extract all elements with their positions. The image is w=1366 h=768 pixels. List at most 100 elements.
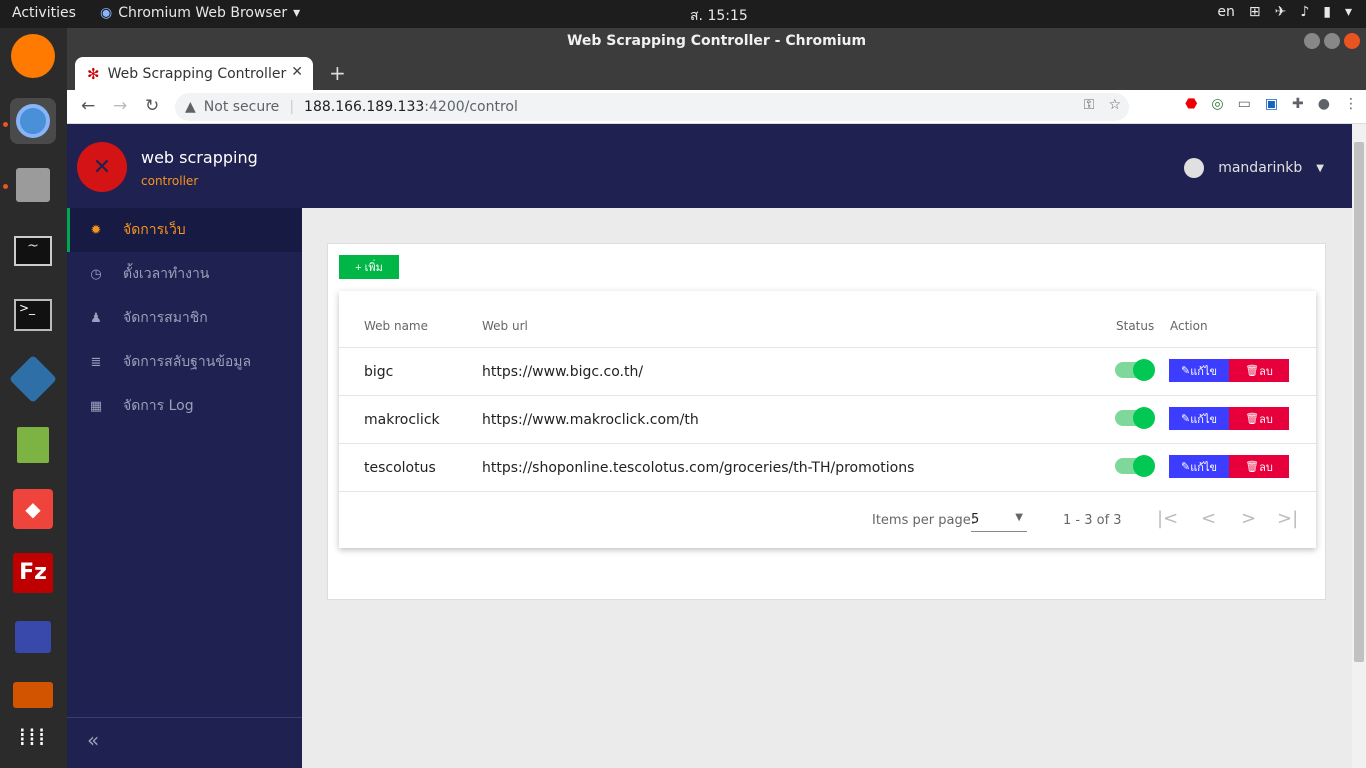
filezilla-icon[interactable]: Fz <box>10 550 56 596</box>
airplane-icon: ✈ <box>1274 4 1287 20</box>
chevron-down-icon: ▾ <box>293 5 301 21</box>
previous-page-icon[interactable]: < <box>1201 508 1216 529</box>
status-toggle[interactable] <box>1115 455 1155 477</box>
calendar-icon: ▦ <box>89 398 103 414</box>
add-button[interactable]: + เพิ่ม <box>339 255 399 279</box>
header-status[interactable]: Status <box>1116 319 1154 333</box>
puzzle-icon[interactable]: ✚ <box>1292 96 1304 112</box>
window-controls <box>1304 33 1360 49</box>
edit-label: แก้ไข <box>1190 364 1218 378</box>
clock[interactable]: ส. 15:15 <box>690 5 748 27</box>
volume-icon: ♪ <box>1300 4 1310 20</box>
scrollbar-thumb[interactable] <box>1354 142 1364 662</box>
security-label[interactable]: Not secure <box>204 99 280 115</box>
tab-title: Web Scrapping Controller <box>107 65 287 82</box>
system-tray[interactable]: en ⊞ ✈ ♪ ▮ ▾ <box>1217 4 1352 20</box>
sidebar-item-label: ตั้งเวลาทำงาน <box>123 266 210 282</box>
edit-button[interactable]: ✎ แก้ไข <box>1169 359 1229 382</box>
sidebar-item-label: จัดการ Log <box>123 398 194 414</box>
remote-desktop-icon[interactable] <box>10 614 56 660</box>
delete-button[interactable]: 🗑 ลบ <box>1229 407 1289 430</box>
url-path: :4200/control <box>424 99 518 115</box>
web-table: Web name Web url Status Action bigc http… <box>339 291 1316 548</box>
address-bar[interactable]: ▲ Not secure | 188.166.189.133:4200/cont… <box>175 93 1129 121</box>
anydesk-icon[interactable]: ◆ <box>10 486 56 532</box>
caret-down-icon: ▼ <box>1316 162 1324 174</box>
back-arrow-icon[interactable]: ← <box>81 96 95 116</box>
forward-arrow-icon[interactable]: → <box>113 96 127 116</box>
sidebar-item-manage-web[interactable]: ✹ จัดการเว็บ <box>67 208 302 252</box>
profile-icon[interactable]: ● <box>1318 96 1330 112</box>
language-indicator[interactable]: en <box>1217 4 1235 20</box>
star-icon[interactable]: ☆ <box>1108 97 1121 113</box>
text-editor-icon[interactable] <box>10 422 56 468</box>
table-row: makroclick https://www.makroclick.com/th… <box>339 395 1316 443</box>
minimize-button[interactable] <box>1304 33 1320 49</box>
header-web-url[interactable]: Web url <box>482 319 528 333</box>
show-apps-icon[interactable]: ⁞⁞⁞ <box>10 714 56 760</box>
username: mandarinkb <box>1218 160 1303 176</box>
close-window-button[interactable] <box>1344 33 1360 49</box>
system-monitor-icon[interactable]: ~ <box>10 228 56 274</box>
sidebar-item-label: จัดการเว็บ <box>123 222 186 238</box>
delete-button[interactable]: 🗑 ลบ <box>1229 359 1289 382</box>
toolbox-icon[interactable] <box>10 672 56 718</box>
next-page-icon[interactable]: > <box>1241 508 1256 529</box>
sidebar-item-database[interactable]: ≣ จัดการสลับฐานข้อมูล <box>67 340 302 384</box>
tab-strip: ✻ Web Scrapping Controller ✕ + <box>67 55 1366 90</box>
file-cabinet-icon[interactable] <box>10 162 56 208</box>
app-menu-label: Chromium Web Browser <box>118 5 288 21</box>
extension-box-icon[interactable]: ▣ <box>1265 96 1278 112</box>
app-menu[interactable]: ◉ Chromium Web Browser ▾ <box>100 5 300 21</box>
edit-button[interactable]: ✎ แก้ไข <box>1169 455 1229 478</box>
delete-button[interactable]: 🗑 ลบ <box>1229 455 1289 478</box>
items-per-page-select[interactable]: 5 ▼ <box>971 512 1027 532</box>
sidebar: ✹ จัดการเว็บ ◷ ตั้งเวลาทำงาน ♟ จัดการสมา… <box>67 208 302 768</box>
evernote-icon[interactable]: ◎ <box>1211 96 1223 112</box>
adblock-icon[interactable]: ⬣ <box>1185 96 1197 112</box>
edit-label: แก้ไข <box>1190 412 1218 426</box>
header-action[interactable]: Action <box>1170 319 1208 333</box>
last-page-icon[interactable]: >| <box>1277 508 1298 529</box>
sidebar-item-schedule[interactable]: ◷ ตั้งเวลาทำงาน <box>67 252 302 296</box>
url-host: 188.166.189.133 <box>304 99 425 115</box>
firefox-icon[interactable] <box>11 34 55 78</box>
activities-button[interactable]: Activities <box>12 5 76 21</box>
terminal-icon[interactable]: >_ <box>10 292 56 338</box>
sidebar-item-members[interactable]: ♟ จัดการสมาชิก <box>67 296 302 340</box>
trash-icon: 🗑 <box>1245 460 1260 473</box>
chromium-icon[interactable] <box>10 98 56 144</box>
items-per-page-value: 5 <box>971 512 980 527</box>
new-tab-button[interactable]: + <box>329 61 346 85</box>
toggle-knob <box>1133 455 1155 477</box>
header-web-name[interactable]: Web name <box>364 319 428 333</box>
sidebar-item-log[interactable]: ▦ จัดการ Log <box>67 384 302 428</box>
edit-button[interactable]: ✎ แก้ไข <box>1169 407 1229 430</box>
dock: ~ >_ ◆ Fz ⁞⁞⁞ <box>0 28 67 768</box>
double-chevron-left-icon: « <box>87 728 100 752</box>
gear-favicon-icon: ✻ <box>87 64 100 83</box>
battery-icon: ▮ <box>1323 4 1331 20</box>
logo-gear-tools-icon: ✕ <box>77 142 127 192</box>
virtualbox-icon[interactable] <box>8 354 58 404</box>
users-icon: ♟ <box>90 310 102 326</box>
collapse-sidebar-button[interactable]: « <box>67 717 302 768</box>
toggle-knob <box>1133 407 1155 429</box>
tab-web-scrapping[interactable]: ✻ Web Scrapping Controller ✕ <box>75 57 313 90</box>
web-name-cell: makroclick <box>364 412 440 428</box>
browser-toolbar: ← → ↻ ▲ Not secure | 188.166.189.133:420… <box>67 90 1366 124</box>
user-menu[interactable]: mandarinkb ▼ <box>1184 158 1324 178</box>
extensions-area: ⬣ ◎ ▭ ▣ ✚ ● ⋮ <box>1185 96 1358 112</box>
status-toggle[interactable] <box>1115 359 1155 381</box>
database-icon: ≣ <box>90 354 102 370</box>
page-scrollbar[interactable] <box>1352 124 1366 768</box>
status-toggle[interactable] <box>1115 407 1155 429</box>
first-page-icon[interactable]: |< <box>1157 508 1178 529</box>
reload-icon[interactable]: ↻ <box>145 96 159 116</box>
close-icon[interactable]: ✕ <box>291 64 303 80</box>
key-icon[interactable]: ⚿ <box>1084 97 1095 113</box>
more-menu-icon[interactable]: ⋮ <box>1344 96 1358 112</box>
window-title: Web Scrapping Controller - Chromium <box>566 33 867 49</box>
maximize-button[interactable] <box>1324 33 1340 49</box>
line-icon[interactable]: ▭ <box>1238 96 1251 112</box>
